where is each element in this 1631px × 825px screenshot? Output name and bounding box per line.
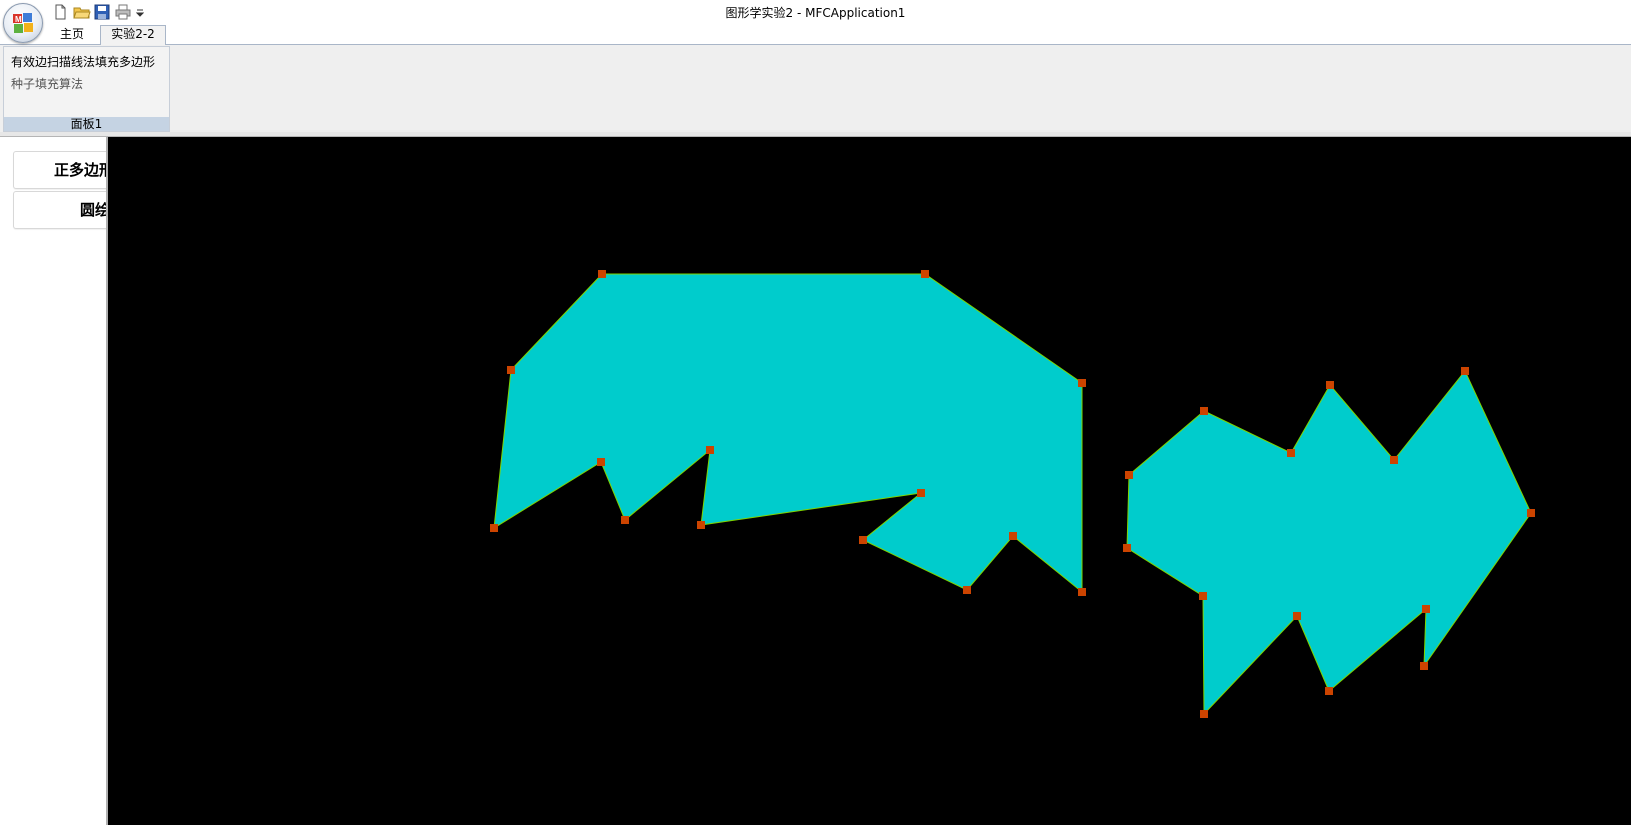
vertex-marker: [1125, 471, 1133, 479]
vertex-marker: [963, 586, 971, 594]
vertex-marker: [507, 366, 515, 374]
vertex-marker: [597, 458, 605, 466]
vertex-marker: [917, 489, 925, 497]
side-pane: 正多边形 圆绘制: [0, 137, 108, 825]
tab-home[interactable]: 主页: [48, 26, 96, 43]
polygon-fill-1: [493, 273, 1083, 594]
circle-draw-button[interactable]: 圆绘制: [13, 191, 106, 229]
vertex-marker: [598, 270, 606, 278]
vertex-marker: [1390, 456, 1398, 464]
vertex-marker: [921, 270, 929, 278]
vertex-marker: [1325, 687, 1333, 695]
svg-text:M: M: [15, 15, 22, 24]
ribbon-panel-area: 有效边扫描线法填充多边形 种子填充算法 面板1: [0, 45, 1631, 133]
regular-polygon-button[interactable]: 正多边形: [13, 151, 106, 189]
vertex-marker: [1326, 381, 1334, 389]
vertex-marker: [1009, 532, 1017, 540]
vertex-marker: [1527, 509, 1535, 517]
vertex-marker: [1123, 544, 1131, 552]
vertex-marker: [1293, 612, 1301, 620]
scanline-fill-button[interactable]: 有效边扫描线法填充多边形: [11, 53, 155, 70]
title-bar: 图形学实验2 - MFCApplication1: [0, 0, 1631, 25]
polygon-fill-2: [1126, 370, 1532, 716]
vertex-marker: [1287, 449, 1295, 457]
filled-polygon-2: [1123, 367, 1535, 718]
vertex-marker: [1078, 588, 1086, 596]
vertex-marker: [697, 521, 705, 529]
ribbon-tab-row: 主页 实验2-2: [0, 24, 1631, 45]
vertex-marker: [1200, 407, 1208, 415]
vertex-marker: [621, 516, 629, 524]
vertex-marker: [706, 446, 714, 454]
ribbon-panel-1: 有效边扫描线法填充多边形 种子填充算法 面板1: [3, 46, 170, 132]
vertex-marker: [490, 524, 498, 532]
vertex-marker: [1461, 367, 1469, 375]
tab-experiment-2-2[interactable]: 实验2-2: [100, 25, 166, 45]
vertex-marker: [1200, 710, 1208, 718]
vertex-marker: [1422, 605, 1430, 613]
window-title: 图形学实验2 - MFCApplication1: [725, 6, 906, 20]
filled-polygon-1: [490, 270, 1086, 596]
application-menu-button[interactable]: M: [3, 3, 43, 43]
vertex-marker: [859, 536, 867, 544]
canvas-drawing: [490, 270, 1535, 718]
mfc-logo-icon: M: [13, 13, 33, 33]
panel-caption: 面板1: [4, 117, 169, 131]
seed-fill-button[interactable]: 种子填充算法: [11, 75, 83, 92]
drawing-canvas[interactable]: [108, 137, 1631, 825]
vertex-marker: [1078, 379, 1086, 387]
vertex-marker: [1420, 662, 1428, 670]
vertex-marker: [1199, 592, 1207, 600]
